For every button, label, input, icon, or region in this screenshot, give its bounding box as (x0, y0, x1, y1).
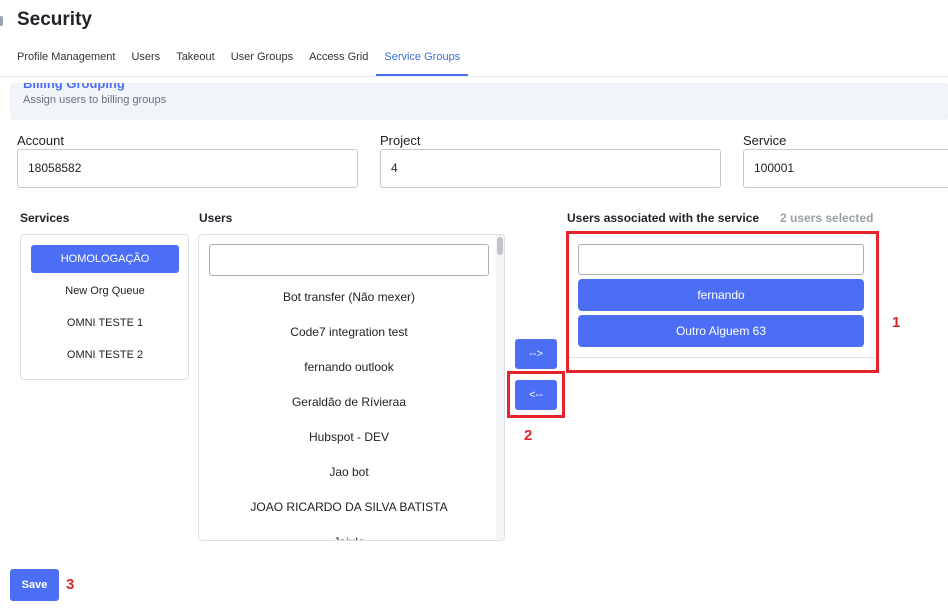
user-item[interactable]: Jao bot (209, 455, 489, 489)
billing-title: Billing Grouping (23, 83, 125, 91)
service-label: Service (743, 133, 787, 148)
tab-users[interactable]: Users (123, 40, 168, 76)
user-item[interactable]: Hubspot - DEV (209, 420, 489, 454)
account-label: Account (17, 133, 64, 148)
add-user-button[interactable]: --> (515, 339, 557, 369)
associated-heading: Users associated with the service (567, 211, 760, 225)
associated-search-input[interactable] (578, 244, 864, 275)
service-item-omni-teste-1[interactable]: OMNI TESTE 1 (31, 309, 179, 337)
service-item-homologacao[interactable]: HOMOLOGAÇÃO (31, 245, 179, 273)
save-button[interactable]: Save (10, 569, 59, 601)
tab-profile-management[interactable]: Profile Management (17, 40, 123, 76)
billing-subtitle: Assign users to billing groups (23, 94, 167, 106)
users-scrollbar[interactable] (496, 235, 504, 540)
service-item-new-org-queue[interactable]: New Org Queue (31, 277, 179, 305)
user-item[interactable]: JOAO RICARDO DA SILVA BATISTA (209, 490, 489, 524)
annotation-label-3: 3 (66, 576, 75, 593)
users-heading: Users (199, 211, 233, 225)
users-scrollbar-thumb[interactable] (497, 237, 503, 255)
user-item[interactable]: fernando outlook (209, 350, 489, 384)
tab-takeout[interactable]: Takeout (168, 40, 223, 76)
billing-grouping-header: Billing Grouping Assign users to billing… (10, 83, 948, 120)
service-input[interactable]: 100001 (743, 149, 948, 188)
user-item[interactable]: Jaiulo (209, 525, 489, 540)
users-list: Bot transfer (Não mexer) Code7 integrati… (198, 234, 505, 541)
tabs-divider (0, 76, 948, 77)
remove-user-button[interactable]: <-- (515, 380, 557, 410)
service-item-omni-teste-2[interactable]: OMNI TESTE 2 (31, 341, 179, 369)
user-item[interactable]: Bot transfer (Não mexer) (209, 280, 489, 314)
account-input[interactable]: 18058582 (17, 149, 358, 188)
annotation-label-1: 1 (892, 314, 901, 331)
tab-access-grid[interactable]: Access Grid (301, 40, 376, 76)
title-edge-marker (0, 16, 3, 26)
project-input[interactable]: 4 (380, 149, 721, 188)
tab-user-groups[interactable]: User Groups (223, 40, 301, 76)
page-title: Security (17, 9, 92, 30)
user-item[interactable]: Code7 integration test (209, 315, 489, 349)
associated-user-item[interactable]: Outro Alguem 63 (578, 315, 864, 347)
tab-bar: Profile Management Users Takeout User Gr… (17, 40, 469, 76)
tab-service-groups[interactable]: Service Groups (376, 40, 469, 76)
services-list: HOMOLOGAÇÃO New Org Queue OMNI TESTE 1 O… (20, 234, 189, 380)
project-label: Project (380, 133, 421, 148)
selected-count: 2 users selected (780, 211, 874, 225)
annotation-label-2: 2 (524, 427, 533, 444)
associated-users-list: fernando Outro Alguem 63 (569, 234, 875, 358)
services-heading: Services (20, 211, 70, 225)
user-item[interactable]: Geraldão de Rívieraa (209, 385, 489, 419)
users-search-input[interactable] (209, 244, 489, 276)
associated-user-item[interactable]: fernando (578, 279, 864, 311)
